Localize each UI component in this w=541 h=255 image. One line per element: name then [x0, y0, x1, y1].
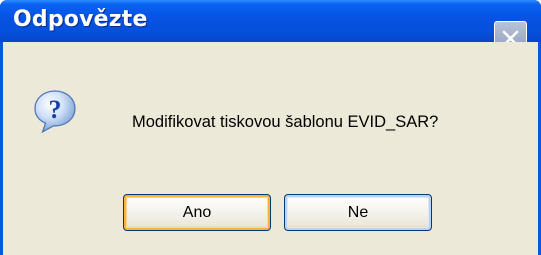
dialog-body: ? Modifikovat tiskovou šablonu EVID_SAR?…: [3, 42, 538, 255]
dialog-message: Modifikovat tiskovou šablonu EVID_SAR?: [132, 113, 439, 131]
dialog-window: Odpovězte ? Modifikovat tiskovou šablonu…: [0, 0, 541, 255]
dialog-title: Odpovězte: [13, 7, 148, 32]
question-icon: ?: [34, 90, 76, 134]
svg-text:?: ?: [49, 95, 62, 124]
title-bar[interactable]: Odpovězte: [0, 0, 541, 56]
no-button[interactable]: Ne: [284, 194, 432, 231]
yes-button[interactable]: Ano: [123, 194, 271, 231]
